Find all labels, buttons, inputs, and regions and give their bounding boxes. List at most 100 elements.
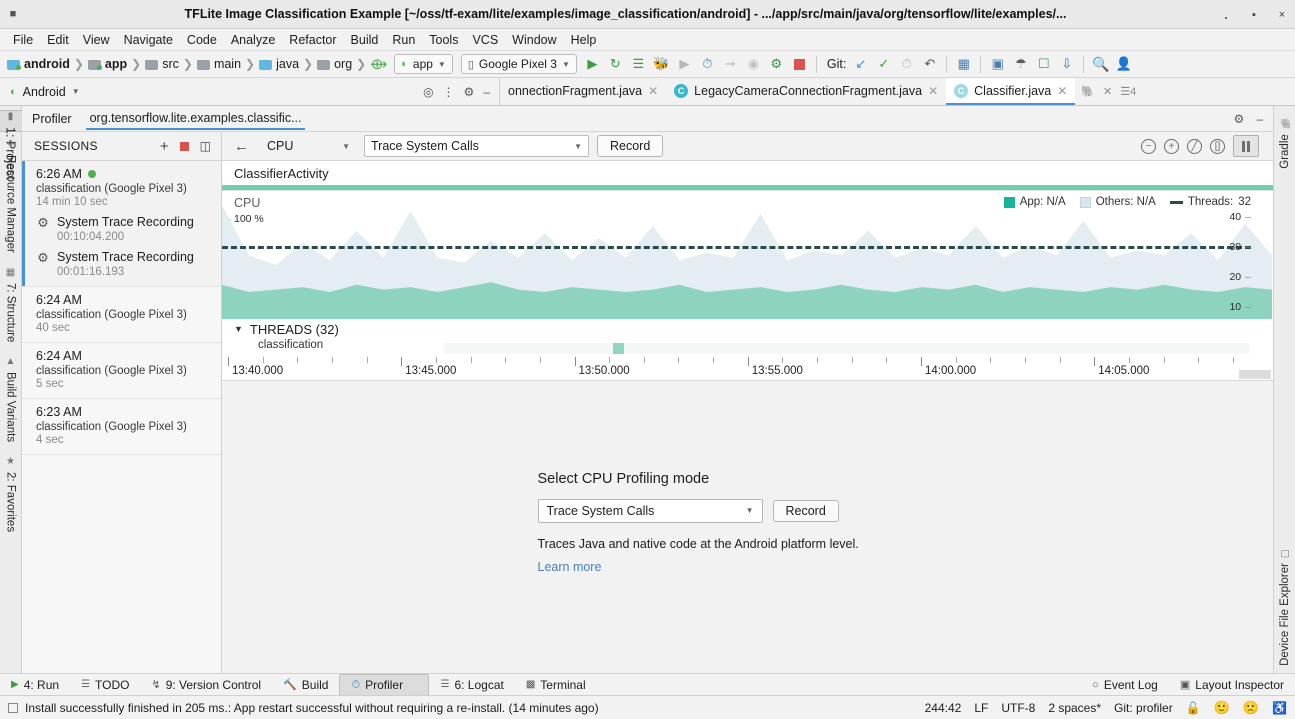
chevron-down-icon[interactable]: ▼	[72, 87, 80, 96]
breadcrumb-app[interactable]: app	[85, 57, 130, 71]
hide-icon[interactable]: –	[483, 85, 490, 99]
run-configuration-selector[interactable]: ◐ app ▼	[394, 54, 453, 74]
breadcrumb-android[interactable]: android	[4, 57, 73, 71]
tool-window-todo[interactable]: ☰ TODO	[70, 674, 140, 695]
sidebar-item-build-variants[interactable]: ▲ Build Variants	[2, 349, 20, 449]
search-icon[interactable]: 🔍	[1089, 53, 1112, 75]
mode-record-button[interactable]: Record	[773, 500, 839, 522]
record-button[interactable]: Record	[597, 135, 663, 157]
profiler-process-tab[interactable]: org.tensorflow.lite.examples.classific..…	[86, 107, 306, 130]
device-selector[interactable]: ▯ Google Pixel 3 ▼	[461, 54, 577, 74]
line-separator[interactable]: LF	[974, 701, 988, 715]
zoom-to-selection-icon[interactable]: []	[1210, 139, 1225, 154]
window-controls[interactable]: ․ ▪ ×	[1219, 0, 1289, 29]
menu-run[interactable]: Run	[385, 31, 422, 49]
apply-code-changes-icon[interactable]: ☰	[627, 53, 650, 75]
menu-refactor[interactable]: Refactor	[282, 31, 343, 49]
git-branch[interactable]: Git: profiler	[1114, 701, 1173, 715]
menu-view[interactable]: View	[76, 31, 117, 49]
git-update-icon[interactable]: ↙	[849, 53, 872, 75]
run-icon[interactable]: ▶	[581, 53, 604, 75]
sidebar-item-device-file-explorer[interactable]: Device File Explorer ☐	[1276, 540, 1294, 673]
locate-icon[interactable]: ◎	[423, 85, 433, 99]
status-message-group[interactable]: Install successfully finished in 205 ms.…	[8, 701, 599, 715]
sync-project-icon[interactable]: ⟴	[367, 53, 390, 75]
tool-window-logcat[interactable]: ☰ 6: Logcat	[429, 674, 514, 695]
tool-window-build[interactable]: 🔨 Build	[272, 674, 339, 695]
menu-window[interactable]: Window	[505, 31, 563, 49]
breadcrumb-main[interactable]: main	[194, 57, 244, 71]
menu-tools[interactable]: Tools	[422, 31, 465, 49]
session-item[interactable]: 6:26 AM classification (Google Pixel 3) …	[22, 161, 221, 287]
menu-help[interactable]: Help	[564, 31, 604, 49]
minimize-button[interactable]: ․	[1219, 12, 1233, 18]
account-icon[interactable]: 👤	[1112, 53, 1135, 75]
sdk-manager-icon[interactable]: ▦	[952, 53, 975, 75]
maximize-button[interactable]: ▪	[1247, 9, 1261, 21]
menu-navigate[interactable]: Navigate	[117, 31, 180, 49]
gear-icon[interactable]: ⚙	[1234, 112, 1245, 126]
gear-icon[interactable]: ⚙	[464, 85, 475, 99]
close-icon[interactable]: ✕	[928, 84, 938, 98]
sdk-tools-icon[interactable]: ☂	[1009, 53, 1032, 75]
hide-icon[interactable]: –	[1256, 112, 1263, 126]
tab-list-icon[interactable]: ☰4	[1120, 85, 1136, 98]
tool-window-event-log[interactable]: ○ Event Log	[1081, 674, 1169, 695]
thread-row[interactable]: classification	[222, 339, 1273, 357]
close-icon[interactable]: ✕	[1103, 85, 1112, 98]
close-icon[interactable]: ✕	[648, 84, 658, 98]
breadcrumb-java[interactable]: java	[256, 57, 302, 71]
cpu-usage-chart[interactable]: CPU 100 % 50 App: N/A Others: N	[222, 191, 1273, 319]
tool-window-run[interactable]: ▶ 4: Run	[0, 674, 70, 695]
caret-position[interactable]: 244:42	[925, 701, 962, 715]
sidebar-item-favorites[interactable]: ★ 2: Favorites	[2, 449, 20, 539]
apply-changes-icon[interactable]: ↻	[604, 53, 627, 75]
happy-face-icon[interactable]: 🙂	[1214, 700, 1230, 716]
timeline-scrollbar[interactable]	[1239, 370, 1271, 379]
recording-item[interactable]: ⚙ System Trace Recording 00:01:16.193	[36, 250, 211, 278]
reset-zoom-icon[interactable]: ╱	[1187, 139, 1202, 154]
tool-window-terminal[interactable]: ▩ Terminal	[515, 674, 597, 695]
monitor-type-selector[interactable]: CPU ▼	[261, 135, 356, 157]
gradle-elephant-icon[interactable]: 🐘	[1081, 85, 1095, 98]
stop-icon[interactable]	[788, 53, 811, 75]
learn-more-link[interactable]: Learn more	[538, 560, 958, 574]
sad-face-icon[interactable]: 🙁	[1243, 700, 1259, 716]
threads-section-header[interactable]: ▼ THREADS (32)	[222, 319, 1273, 339]
file-encoding[interactable]: UTF-8	[1001, 701, 1035, 715]
sync-gradle-icon[interactable]: ⇩	[1055, 53, 1078, 75]
session-item[interactable]: 6:24 AM classification (Google Pixel 3) …	[22, 287, 221, 343]
breadcrumb-org[interactable]: org	[314, 57, 355, 71]
collapse-sessions-icon[interactable]: ◫	[200, 139, 211, 153]
sidebar-item-gradle[interactable]: Gradle 🐘	[1276, 110, 1294, 176]
editor-tab-classifier[interactable]: C Classifier.java ✕	[946, 78, 1075, 105]
git-revert-icon[interactable]: ↶	[918, 53, 941, 75]
git-commit-icon[interactable]: ✓	[872, 53, 895, 75]
menu-file[interactable]: File	[6, 31, 40, 49]
tool-window-profiler[interactable]: ⏱ Profiler	[339, 674, 429, 696]
breadcrumb-src[interactable]: src	[142, 57, 182, 71]
editor-tab-connectionfragment[interactable]: onnectionFragment.java ✕	[500, 78, 666, 105]
recording-item[interactable]: ⚙ System Trace Recording 00:10:04.200	[36, 215, 211, 243]
pause-live-icon[interactable]	[1233, 135, 1259, 157]
collapse-all-icon[interactable]: ⋮	[443, 85, 455, 99]
avd-manager-icon[interactable]: ▣	[986, 53, 1009, 75]
layout-inspector-icon[interactable]: ☐	[1032, 53, 1055, 75]
menu-build[interactable]: Build	[344, 31, 386, 49]
menu-vcs[interactable]: VCS	[465, 31, 505, 49]
tool-window-layout-inspector[interactable]: ▣ Layout Inspector	[1169, 674, 1295, 695]
indent-setting[interactable]: 2 spaces*	[1048, 701, 1101, 715]
sidebar-item-resource-manager[interactable]: ❖ Resource Manager	[2, 132, 20, 260]
run-with-coverage-icon[interactable]: ⚙	[765, 53, 788, 75]
debug-icon[interactable]: 🐝	[650, 53, 673, 75]
menu-edit[interactable]: Edit	[40, 31, 76, 49]
sidebar-item-structure[interactable]: ▦ 7: Structure	[2, 260, 20, 349]
session-item[interactable]: 6:24 AM classification (Google Pixel 3) …	[22, 343, 221, 399]
close-button[interactable]: ×	[1275, 9, 1289, 21]
zoom-out-icon[interactable]: −	[1141, 139, 1156, 154]
menu-code[interactable]: Code	[180, 31, 224, 49]
back-button[interactable]: ←	[230, 138, 253, 155]
menu-analyze[interactable]: Analyze	[224, 31, 282, 49]
add-session-icon[interactable]: +	[160, 138, 169, 155]
close-icon[interactable]: ✕	[1057, 84, 1067, 98]
